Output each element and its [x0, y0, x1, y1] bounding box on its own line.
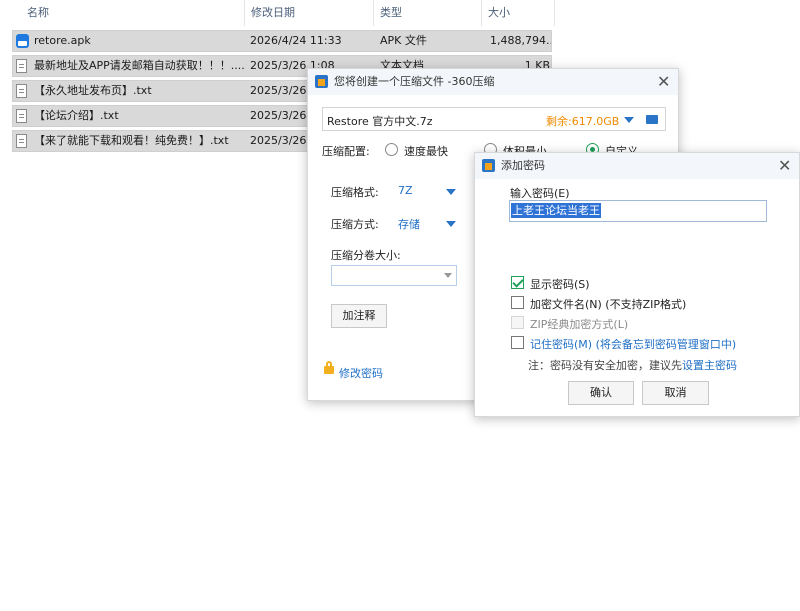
method-label: 压缩方式: — [331, 218, 379, 231]
column-header-size[interactable]: 大小 — [488, 0, 510, 26]
zip-classic-checkbox — [511, 316, 524, 329]
chevron-down-icon[interactable] — [624, 117, 634, 123]
disk-remaining: 剩余:617.0GB — [546, 115, 620, 128]
lock-shackle — [326, 361, 332, 367]
file-type: APK 文件 — [380, 34, 427, 47]
text-file-icon — [16, 59, 27, 73]
compress-dialog-title: 您将创建一个压缩文件 -360压缩 — [334, 75, 495, 88]
file-name: retore.apk — [34, 34, 91, 47]
option-fastest-radio[interactable] — [385, 143, 398, 156]
file-size: 1,488,794... — [490, 34, 551, 47]
file-date: 2026/4/24 11:33 — [250, 34, 342, 47]
column-header-type[interactable]: 类型 — [380, 0, 402, 26]
file-date: 2025/3/26 — [250, 84, 307, 97]
password-input-label: 输入密码(E) — [510, 187, 570, 200]
compress-dialog-titlebar[interactable]: 您将创建一个压缩文件 -360压缩 — [308, 69, 678, 95]
password-note: 注：密码没有安全加密，建议先 — [528, 359, 682, 372]
show-password-checkbox[interactable] — [511, 276, 524, 289]
option-fastest-label[interactable]: 速度最快 — [404, 143, 448, 159]
chevron-down-icon[interactable] — [446, 221, 456, 227]
close-icon[interactable]: ✕ — [778, 158, 791, 174]
zip-classic-label: ZIP经典加密方式(L) — [530, 318, 629, 331]
change-password-link[interactable]: 修改密码 — [339, 365, 383, 381]
folder-icon[interactable] — [646, 115, 658, 124]
encrypt-filenames-checkbox[interactable] — [511, 296, 524, 309]
format-select[interactable]: 7Z — [398, 184, 413, 197]
split-size-label: 压缩分卷大小: — [331, 249, 401, 262]
show-password-label[interactable]: 显示密码(S) — [530, 276, 590, 292]
split-size-select[interactable] — [331, 265, 457, 286]
file-date: 2025/3/26 — [250, 134, 307, 147]
column-divider[interactable] — [554, 0, 555, 26]
column-divider[interactable] — [244, 0, 245, 26]
text-file-icon — [16, 84, 27, 98]
password-value: 上老王论坛当老王 — [511, 203, 601, 218]
text-file-icon — [16, 134, 27, 148]
360-zip-app-icon — [482, 159, 495, 172]
lock-icon — [324, 366, 334, 374]
column-divider[interactable] — [373, 0, 374, 26]
password-dialog-title: 添加密码 — [501, 159, 545, 172]
encrypt-filenames-label[interactable]: 加密文件名(N) (不支持ZIP格式) — [530, 296, 686, 312]
password-input[interactable]: 上老王论坛当老王 — [509, 200, 767, 222]
file-row[interactable]: retore.apk 2026/4/24 11:33 APK 文件 1,488,… — [12, 30, 552, 52]
remember-password-label[interactable]: 记住密码(M) (将会备忘到密码管理窗口中) — [530, 336, 736, 352]
column-header-date[interactable]: 修改日期 — [251, 0, 295, 26]
text-file-icon — [16, 109, 27, 123]
file-name: 最新地址及APP请发邮箱自动获取！！！.... — [34, 59, 245, 72]
format-label: 压缩格式: — [331, 186, 379, 199]
apk-icon — [16, 34, 29, 48]
confirm-button[interactable]: 确认 — [568, 381, 634, 405]
column-divider[interactable] — [481, 0, 482, 26]
set-master-password-link[interactable]: 设置主密码 — [682, 357, 737, 373]
file-name: 【论坛介绍】.txt — [34, 109, 119, 122]
remember-password-checkbox[interactable] — [511, 336, 524, 349]
add-comment-button[interactable]: 加注释 — [331, 304, 387, 328]
file-name: 【永久地址发布页】.txt — [34, 84, 152, 97]
chevron-down-icon[interactable] — [446, 189, 456, 195]
password-dialog-titlebar[interactable]: 添加密码 — [475, 153, 799, 179]
method-select[interactable]: 存储 — [398, 216, 420, 232]
password-dialog: 添加密码 ✕ 输入密码(E) 上老王论坛当老王 显示密码(S) 加密文件名(N)… — [474, 152, 800, 417]
cancel-button[interactable]: 取消 — [642, 381, 709, 405]
column-header-name[interactable]: 名称 — [27, 0, 49, 26]
archive-path-field[interactable]: Restore 官方中文.7z 剩余:617.0GB — [322, 107, 666, 131]
file-date: 2025/3/26 — [250, 109, 307, 122]
file-name: 【来了就能下载和观看！纯免费！】.txt — [34, 134, 229, 147]
config-label: 压缩配置: — [322, 145, 370, 158]
sort-up-icon: ˄ — [128, 0, 133, 7]
close-icon[interactable]: ✕ — [657, 74, 670, 90]
archive-filename: Restore 官方中文.7z — [327, 115, 433, 128]
chevron-down-icon[interactable] — [444, 273, 452, 278]
360-zip-app-icon — [315, 75, 328, 88]
